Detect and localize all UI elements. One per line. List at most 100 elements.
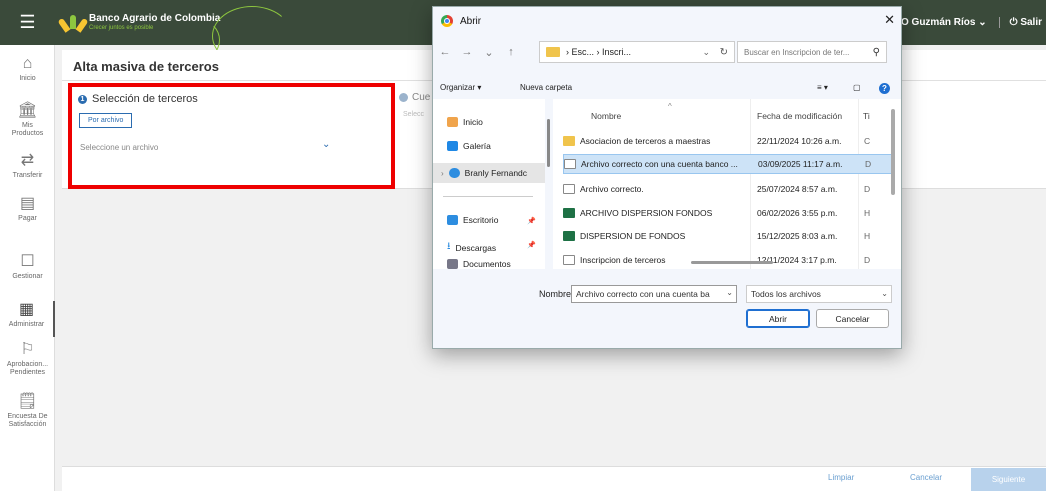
- user-area: LIANO Guzmán Ríos ⌄ ⏻ Salir: [878, 0, 1046, 45]
- chevron-down-icon[interactable]: ⌄: [322, 139, 330, 150]
- back-arrow-icon[interactable]: ←: [435, 46, 455, 58]
- search-input[interactable]: Buscar en Inscripcion de ter... ⚲: [737, 41, 887, 63]
- file-name: Archivo correcto con una cuenta banco ..…: [581, 159, 738, 169]
- file-date: 22/11/2024 10:26 a.m.: [757, 136, 842, 146]
- step-number-icon: [399, 93, 408, 102]
- power-icon: ⏻: [1009, 17, 1021, 28]
- refresh-icon[interactable]: ↻: [720, 47, 728, 58]
- cancel-button[interactable]: Cancelar: [910, 473, 942, 482]
- sidebar-item-encuesta[interactable]: 🗒 Encuesta De Satisfacción: [0, 393, 55, 429]
- desktop-icon: [447, 215, 458, 225]
- address-bar[interactable]: › Esc... › Inscri... ⌄ ↻: [539, 41, 735, 63]
- nav-label: Escritorio: [463, 215, 499, 225]
- address-path: › Esc... › Inscri...: [566, 47, 632, 57]
- forward-arrow-icon[interactable]: →: [457, 46, 477, 58]
- close-icon[interactable]: ✕: [884, 12, 895, 28]
- history-chevron-icon[interactable]: ⌄: [479, 46, 499, 59]
- flag-icon: ⚐: [20, 341, 35, 358]
- sidebar-item-transferir[interactable]: ⇄ Transferir: [0, 152, 55, 180]
- column-name[interactable]: Nombre: [591, 111, 621, 121]
- file-row[interactable]: Inscripcion de terceros 12/11/2024 3:17 …: [563, 250, 893, 269]
- sidebar-item-mis-productos[interactable]: 🏛 Mis Productos: [0, 102, 55, 138]
- dialog-titlebar[interactable]: Abrir ✕: [433, 7, 901, 35]
- manage-icon: ☐: [20, 253, 35, 270]
- up-arrow-icon[interactable]: ↑: [501, 46, 521, 58]
- nav-escritorio[interactable]: Escritorio: [447, 215, 498, 225]
- search-placeholder: Buscar en Inscripcion de ter...: [744, 47, 850, 57]
- next-button[interactable]: Siguiente: [971, 468, 1046, 491]
- file-row-selected[interactable]: Archivo correcto con una cuenta banco ..…: [563, 154, 893, 174]
- clear-button[interactable]: Limpiar: [828, 473, 854, 482]
- chevron-down-icon[interactable]: ⌄: [726, 288, 733, 297]
- horizontal-scrollbar[interactable]: [691, 261, 773, 264]
- nav-galeria[interactable]: Galería: [447, 141, 491, 151]
- cancel-button[interactable]: Cancelar: [816, 309, 889, 328]
- navigation-pane: Inicio Galería › Branly Fernandc Escrito…: [433, 99, 550, 269]
- file-row[interactable]: DISPERSION DE FONDOS 15/12/2025 8:03 a.m…: [563, 226, 893, 246]
- excel-icon: [563, 208, 575, 218]
- pin-icon[interactable]: 📌: [527, 217, 536, 225]
- help-icon[interactable]: ?: [879, 83, 890, 94]
- dialog-bottom: Nombre: Archivo correcto con una cuenta …: [433, 282, 901, 350]
- sidebar-item-gestionar[interactable]: ☐ Gestionar: [0, 253, 55, 281]
- dialog-navbar: ← → ⌄ ↑ › Esc... › Inscri... ⌄ ↻ Buscar …: [433, 37, 901, 67]
- menu-icon[interactable]: ☰: [0, 0, 55, 45]
- vertical-scrollbar[interactable]: [891, 109, 895, 195]
- file-name: Archivo correcto.: [580, 184, 644, 194]
- filename-input[interactable]: Archivo correcto con una cuenta ba ⌄: [571, 285, 737, 303]
- step-sub-label: Selecc: [403, 111, 425, 118]
- divider: [443, 196, 533, 197]
- logout-button[interactable]: ⏻ Salir: [1000, 17, 1046, 28]
- folder-icon: [563, 136, 575, 146]
- sidebar-item-label: Pagar: [18, 215, 37, 222]
- preview-pane-icon[interactable]: ▢: [853, 83, 861, 92]
- footer-bar: Limpiar Cancelar: [62, 466, 1046, 491]
- filename-label: Nombre:: [539, 289, 574, 299]
- sidebar-item-administrar[interactable]: ▦ Administrar: [0, 301, 55, 337]
- nav-scrollbar[interactable]: [547, 119, 550, 167]
- chevron-down-icon[interactable]: ⌄: [702, 47, 710, 58]
- sidebar-item-label: Administrar: [8, 321, 45, 328]
- column-type[interactable]: Ti: [863, 111, 870, 121]
- open-button[interactable]: Abrir: [746, 309, 810, 328]
- nav-onedrive[interactable]: › Branly Fernandc: [433, 163, 545, 183]
- home-icon: [447, 117, 458, 127]
- new-folder-button[interactable]: Nueva carpeta: [520, 83, 572, 92]
- file-row[interactable]: Archivo correcto. 25/07/2024 8:57 a.m. D: [563, 179, 893, 199]
- sidebar-item-label: Transferir: [12, 172, 43, 179]
- sidebar-item-inicio[interactable]: ⌂ Inicio: [0, 55, 55, 83]
- file-row[interactable]: Asociacion de terceros a maestras 22/11/…: [563, 131, 893, 151]
- view-options-icon[interactable]: ≡ ▾: [817, 83, 828, 92]
- nav-label: Galería: [463, 141, 491, 151]
- organize-menu[interactable]: Organizar ▾: [440, 83, 481, 92]
- chrome-icon: [441, 15, 453, 27]
- open-file-dialog: Abrir ✕ ← → ⌄ ↑ › Esc... › Inscri... ⌄ ↻…: [432, 6, 902, 349]
- column-date[interactable]: Fecha de modificación: [757, 111, 842, 121]
- file-select[interactable]: Seleccione un archivo: [80, 143, 335, 152]
- file-type: H: [864, 208, 871, 218]
- nav-descargas[interactable]: ⭳ Descargas: [447, 239, 496, 256]
- step-title-label: Cue: [412, 92, 431, 103]
- sidebar-item-label: Gestionar: [12, 273, 43, 280]
- nav-inicio[interactable]: Inicio: [447, 117, 483, 127]
- file-type: D: [865, 159, 872, 169]
- nav-label: Inicio: [463, 117, 483, 127]
- filetype-select[interactable]: Todos los archivos ⌄: [746, 285, 892, 303]
- file-type: H: [864, 231, 871, 241]
- nav-label: Descargas: [455, 242, 497, 253]
- dialog-title: Abrir: [460, 15, 482, 27]
- sidebar-item-label: Inicio: [19, 75, 36, 82]
- por-archivo-tab[interactable]: Por archivo: [79, 113, 133, 128]
- sidebar-item-aprobaciones[interactable]: ⚐ Aprobacion... Pendientes: [0, 341, 55, 377]
- file-row[interactable]: ARCHIVO DISPERSION FONDOS 06/02/2026 3:5…: [563, 203, 893, 223]
- sidebar-item-pagar[interactable]: ▤ Pagar: [0, 195, 55, 223]
- file-type: D: [864, 255, 871, 265]
- text-file-icon: [564, 159, 576, 169]
- sidebar-item-label: Aprobacion... Pendientes: [6, 361, 49, 376]
- nav-documentos[interactable]: Documentos: [447, 259, 511, 269]
- chevron-right-icon: ›: [441, 168, 444, 178]
- transfer-icon: ⇄: [20, 152, 35, 169]
- pin-icon[interactable]: 📌: [527, 241, 536, 249]
- filetype-value: Todos los archivos: [751, 289, 821, 299]
- chevron-down-icon: ⌄: [881, 289, 888, 298]
